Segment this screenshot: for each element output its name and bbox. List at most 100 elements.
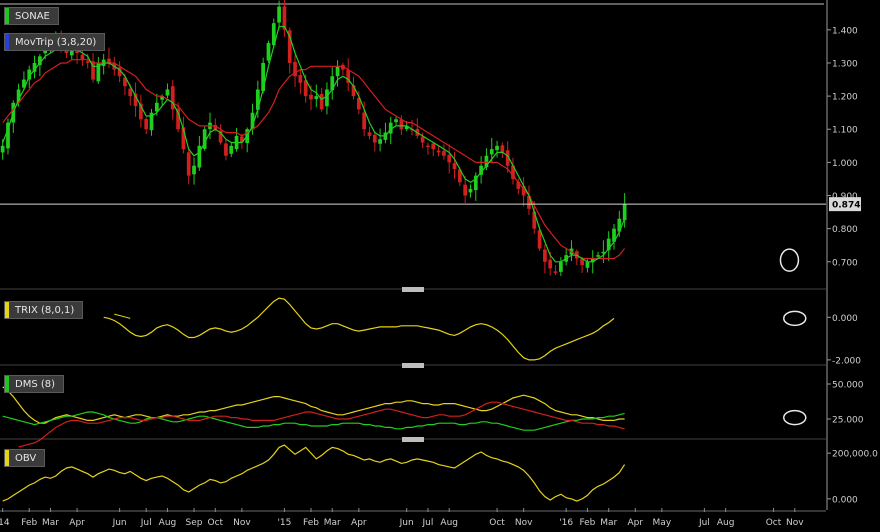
- chart-window: 1.400 1.300 1.200 1.100 1.000 0.900 0.800 0.700…: [0, 0, 880, 532]
- trix-lead-dash: [114, 313, 131, 319]
- candle-body: [399, 119, 404, 130]
- candle-body: [0, 145, 5, 153]
- obv-label[interactable]: OBV: [4, 449, 46, 467]
- x-tick-label: May: [653, 518, 672, 528]
- candle-body: [255, 89, 260, 110]
- candle-body: [298, 75, 303, 83]
- candle-body: [319, 93, 324, 110]
- candle-body: [378, 139, 382, 144]
- candle-body: [447, 154, 452, 163]
- candle-body: [442, 150, 446, 156]
- candle-body: [532, 211, 537, 229]
- symbol-label-text: SONAE: [15, 11, 50, 22]
- x-tick-label: '14: [0, 518, 10, 528]
- obv-tick-label: 0.000: [832, 495, 858, 505]
- x-tick-label: Mar: [324, 518, 341, 528]
- moving-average-fast-line: [2, 25, 626, 263]
- trix-tick-label: -2.000: [832, 356, 861, 366]
- dms-annotation-circle: [783, 409, 807, 426]
- x-tick-label: Jun: [399, 518, 414, 528]
- candle-body: [314, 96, 319, 100]
- x-tick-label: Nov: [786, 518, 804, 528]
- x-tick-label: Nov: [515, 518, 533, 528]
- candle-body: [186, 152, 191, 176]
- trix-label[interactable]: TRIX (8,0,1): [4, 301, 84, 319]
- x-tick-label: Jun: [112, 518, 127, 528]
- panel-resize-handle: [402, 363, 424, 368]
- candle-body: [266, 43, 271, 61]
- trix-label-text: TRIX (8,0,1): [15, 305, 75, 316]
- x-tick-label: Aug: [159, 518, 177, 528]
- candle-body: [596, 255, 600, 257]
- candle-body: [335, 66, 340, 77]
- x-tick-label: Jul: [422, 518, 434, 528]
- x-tick-label: Apr: [627, 518, 643, 528]
- x-tick-label: Aug: [717, 518, 735, 528]
- candle-body: [277, 6, 281, 23]
- price-tick-label: 1.000: [832, 159, 858, 169]
- candle-body: [548, 259, 553, 269]
- candle-body: [165, 89, 170, 96]
- movtrip-label[interactable]: MovTrip (3,8,20): [4, 33, 106, 51]
- candle-body: [585, 261, 590, 268]
- x-tick-label: Oct: [766, 518, 782, 528]
- trix-line: [103, 297, 615, 361]
- x-tick-label: Aug: [440, 518, 458, 528]
- obv-label-text: OBV: [15, 453, 37, 464]
- candle-body: [309, 94, 313, 100]
- dms-tick-label: 50.000: [832, 381, 864, 391]
- candle-body: [80, 54, 85, 60]
- panel-resize-handle: [402, 287, 424, 292]
- candle-body: [431, 143, 436, 150]
- candle-body: [558, 261, 563, 272]
- candle-body: [107, 58, 111, 63]
- trix-tick-label: 0.000: [832, 314, 858, 324]
- price-tick-label: 1.300: [832, 59, 858, 69]
- price-tick-label: 0.800: [832, 225, 858, 235]
- panel-resize-handle: [402, 437, 424, 442]
- candle-body: [224, 143, 228, 156]
- price-tick-label: 1.100: [832, 126, 858, 136]
- x-tick-label: Feb: [21, 518, 37, 528]
- candle-body: [468, 188, 473, 193]
- candle-body: [144, 118, 149, 130]
- symbol-label[interactable]: SONAE: [4, 7, 59, 25]
- x-tick-label: Oct: [489, 518, 505, 528]
- obv-tick-label: 200,000.0: [832, 450, 878, 460]
- x-tick-label: Mar: [600, 518, 617, 528]
- x-tick-label: Jul: [698, 518, 710, 528]
- price-annotation-circle: [779, 248, 800, 272]
- dms-label-text: DMS (8): [15, 379, 56, 390]
- price-tick-label: 1.400: [832, 26, 858, 36]
- candle-body: [553, 271, 558, 273]
- dms-label[interactable]: DMS (8): [4, 375, 65, 393]
- candle-body: [229, 145, 234, 154]
- x-tick-label: '16: [559, 518, 573, 528]
- x-tick-label: Nov: [233, 518, 251, 528]
- trix-annotation-circle: [783, 310, 807, 327]
- x-tick-label: Apr: [351, 518, 367, 528]
- candle-body: [192, 165, 196, 175]
- dms-series-line: [2, 411, 625, 431]
- candle-body: [452, 163, 457, 170]
- candle-body: [372, 134, 377, 143]
- x-tick-label: Feb: [579, 518, 595, 528]
- dms-series-line: [2, 386, 625, 424]
- dms-tick-label: 25.000: [832, 416, 864, 426]
- price-tick-label: 1.200: [832, 93, 858, 103]
- moving-average-slow-line: [2, 59, 626, 260]
- candle-body: [463, 184, 468, 196]
- x-tick-label: Jul: [140, 518, 152, 528]
- candle-body: [325, 89, 329, 107]
- candle-body: [362, 112, 367, 130]
- candle-body: [367, 132, 372, 136]
- chart-canvas: 1.4001.3001.2001.1001.0000.9000.8000.700…: [0, 0, 878, 528]
- candle-body: [394, 119, 398, 123]
- candle-body: [489, 149, 494, 155]
- dms-series-line: [18, 401, 625, 448]
- last-price-value: 0.874: [832, 201, 860, 211]
- candle-body: [500, 145, 505, 153]
- obv-line: [2, 444, 626, 502]
- candle-body: [436, 150, 441, 153]
- x-tick-label: '15: [277, 518, 291, 528]
